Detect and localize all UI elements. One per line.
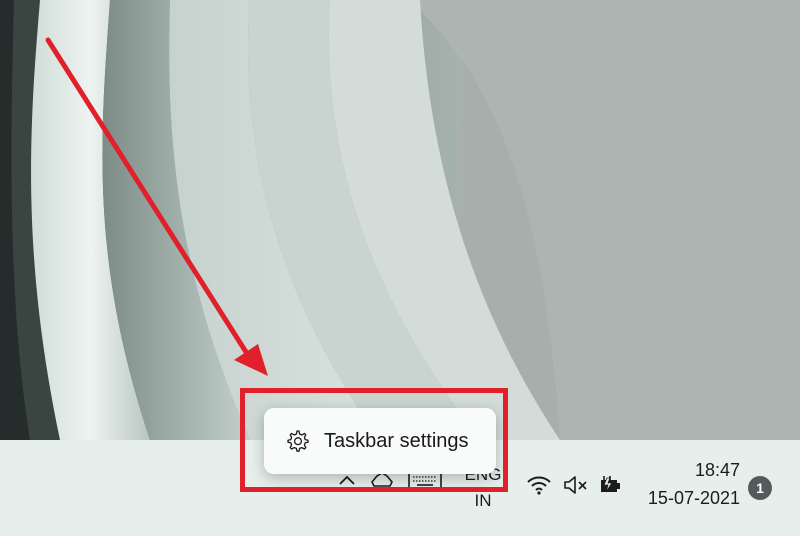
taskbar-settings-menu-item[interactable]: Taskbar settings xyxy=(284,428,469,454)
desktop-screen: ENG IN 18:47 15-07-2021 1 Taskbar settin… xyxy=(0,0,800,536)
battery-charging-icon xyxy=(601,476,620,493)
clock-date: 15-07-2021 xyxy=(647,488,740,508)
volume-button[interactable] xyxy=(560,470,592,500)
taskbar-context-menu: Taskbar settings xyxy=(264,408,496,474)
notification-count-badge[interactable]: 1 xyxy=(748,476,772,500)
wifi-icon xyxy=(527,476,551,495)
taskbar-clock[interactable]: 18:47 15-07-2021 xyxy=(642,456,740,520)
desktop-wallpaper xyxy=(0,0,800,440)
network-button[interactable] xyxy=(524,470,554,500)
language-region: IN xyxy=(474,491,492,510)
chevron-up-icon xyxy=(339,475,355,485)
gear-icon xyxy=(284,428,310,454)
taskbar-settings-label: Taskbar settings xyxy=(324,429,469,452)
volume-muted-icon xyxy=(564,476,587,494)
battery-button[interactable] xyxy=(596,470,626,500)
clock-time: 18:47 xyxy=(694,460,740,480)
